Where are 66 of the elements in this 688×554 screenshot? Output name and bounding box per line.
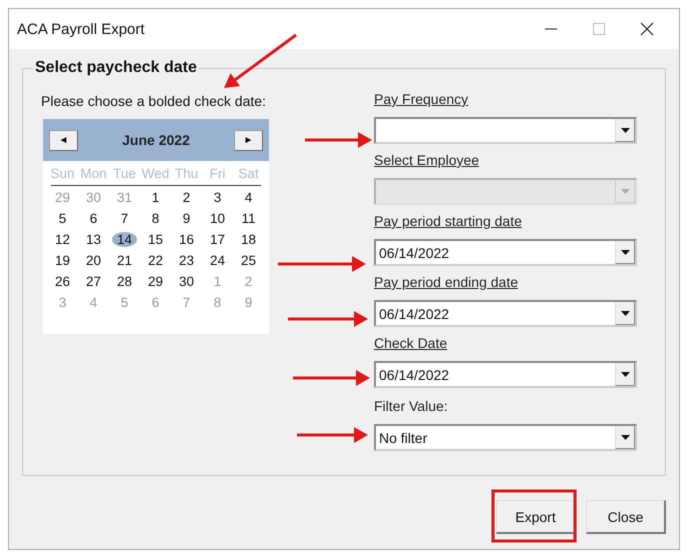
dropdown-field[interactable] xyxy=(374,117,637,144)
field-label: Select Employee xyxy=(374,152,480,168)
calendar-day[interactable]: 14 xyxy=(112,232,137,247)
weekday-label: Thu xyxy=(174,166,200,181)
dropdown-field[interactable]: 06/14/2022 xyxy=(374,361,637,388)
calendar-day[interactable]: 28 xyxy=(109,274,140,289)
window-title: ACA Payroll Export xyxy=(17,20,145,38)
calendar-day[interactable]: 6 xyxy=(78,211,109,226)
calendar-day[interactable]: 24 xyxy=(202,253,233,268)
dropdown-field[interactable]: No filter xyxy=(374,424,637,451)
calendar-day[interactable]: 16 xyxy=(171,232,202,247)
dropdown-arrow-icon xyxy=(620,372,630,376)
calendar-day[interactable]: 5 xyxy=(47,211,78,226)
calendar-day[interactable]: 4 xyxy=(233,190,264,205)
weekday-label: Sun xyxy=(49,166,76,181)
dropdown-arrow-icon xyxy=(620,250,630,254)
calendar-day[interactable]: 11 xyxy=(233,211,264,226)
weekday-label: Wed xyxy=(140,166,170,181)
close-icon[interactable] xyxy=(639,21,655,37)
annotation-arrow xyxy=(305,132,372,148)
calendar-day[interactable]: 18 xyxy=(233,232,264,247)
weekday-label: Tue xyxy=(112,166,137,181)
field-label: Filter Value: xyxy=(374,398,449,414)
calendar-day[interactable]: 10 xyxy=(202,211,233,226)
calendar-day[interactable]: 30 xyxy=(171,274,202,289)
calendar-day[interactable]: 7 xyxy=(109,211,140,226)
calendar-day[interactable]: 3 xyxy=(202,190,233,205)
calendar-day[interactable]: 13 xyxy=(78,232,109,247)
instruction-text: Please choose a bolded check date: xyxy=(41,93,267,109)
weekday-label: Mon xyxy=(79,166,108,181)
dropdown-arrow-icon xyxy=(620,188,630,194)
close-button[interactable]: Close xyxy=(586,500,666,534)
calendar-day[interactable]: 23 xyxy=(171,253,202,268)
calendar-day[interactable]: 21 xyxy=(109,253,140,268)
dropdown-field[interactable]: 06/14/2022 xyxy=(374,300,637,327)
previous-month-button[interactable]: ◄ xyxy=(49,130,78,150)
calendar-day[interactable]: 2 xyxy=(171,190,202,205)
calendar-day[interactable]: 22 xyxy=(140,253,171,268)
calendar-day[interactable]: 8 xyxy=(140,211,171,226)
field-label: Pay Frequency xyxy=(374,91,470,107)
export-button[interactable]: Export xyxy=(496,500,576,534)
group-title: Select paycheck date xyxy=(33,59,199,77)
maximize-icon[interactable] xyxy=(591,21,607,37)
calendar-day[interactable]: 19 xyxy=(47,253,78,268)
field-label: Pay period ending date xyxy=(374,274,519,290)
calendar-day[interactable]: 25 xyxy=(233,253,264,268)
dropdown-arrow-icon xyxy=(620,128,630,132)
month-title: June 2022 xyxy=(122,132,190,148)
calendar-day[interactable]: 15 xyxy=(140,232,171,247)
calendar-day[interactable]: 26 xyxy=(47,274,78,289)
calendar-day[interactable]: 20 xyxy=(78,253,109,268)
dropdown-arrow-icon xyxy=(620,434,630,440)
weekday-label: Sat xyxy=(237,166,260,181)
calendar-day[interactable]: 1 xyxy=(140,190,171,205)
calendar-day[interactable]: 17 xyxy=(202,232,233,247)
dropdown-arrow-icon xyxy=(620,310,630,316)
weekday-label: Fri xyxy=(208,166,226,181)
field-label: Pay period starting date xyxy=(374,213,523,229)
calendar-day[interactable]: 29 xyxy=(140,274,171,289)
field-label: Check Date xyxy=(374,335,448,351)
calendar-day[interactable]: 27 xyxy=(78,274,109,289)
calendar-day[interactable]: 12 xyxy=(47,232,78,247)
next-month-button[interactable]: ► xyxy=(234,130,263,150)
calendar-day[interactable]: 9 xyxy=(171,211,202,226)
annotation-arrow xyxy=(297,427,368,443)
dropdown-field[interactable]: 06/14/2022 xyxy=(374,239,637,266)
